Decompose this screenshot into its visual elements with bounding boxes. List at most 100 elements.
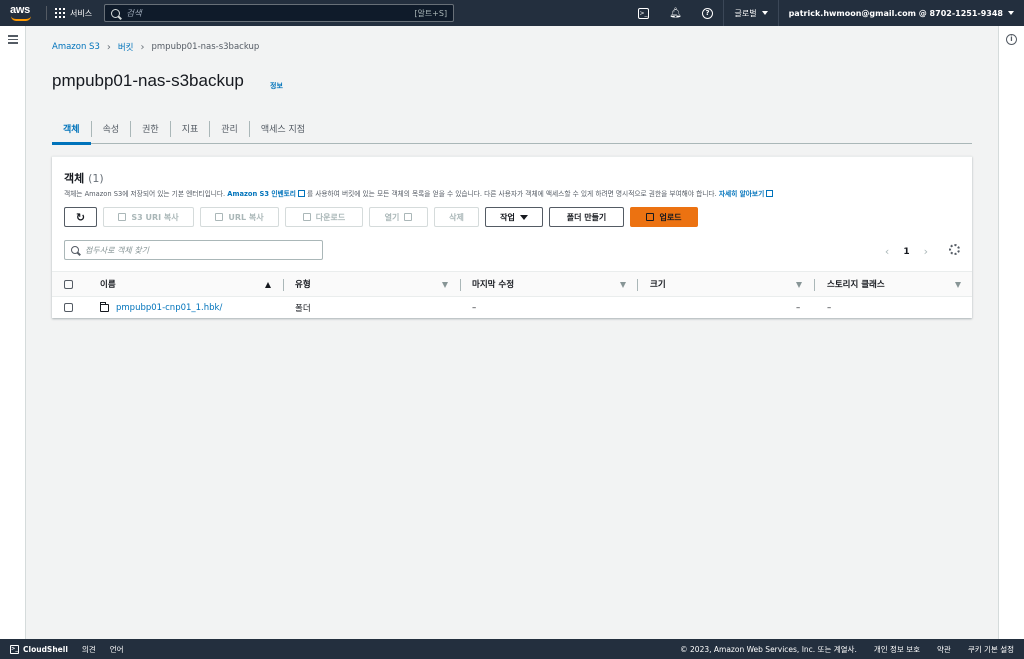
column-header-name[interactable]: 이름	[100, 272, 116, 296]
objects-heading: 객체 (1)	[64, 170, 104, 186]
delete-label: 삭제	[449, 212, 464, 222]
grid-icon	[55, 8, 65, 18]
folder-link[interactable]: pmpubp01-cnp01_1.hbk/	[116, 303, 222, 313]
pagination: ‹ 1 ›	[885, 245, 928, 258]
breadcrumb: Amazon S3 › 버킷 › pmpubp01-nas-s3backup	[52, 41, 260, 54]
nav-divider	[46, 6, 47, 20]
copy-url-label: URL 복사	[228, 212, 264, 222]
privacy-link[interactable]: 개인 정보 보호	[874, 644, 920, 655]
sort-ascending-icon[interactable]	[265, 282, 271, 288]
upload-label: 업로드	[659, 212, 682, 222]
download-button[interactable]: 다운로드	[285, 207, 363, 227]
breadcrumb-buckets[interactable]: 버킷	[118, 41, 134, 53]
actions-dropdown[interactable]: 작업	[485, 207, 543, 227]
column-header-size[interactable]: 크기	[650, 272, 666, 296]
main-content: Amazon S3 › 버킷 › pmpubp01-nas-s3backup p…	[26, 26, 998, 639]
help-icon: ?	[701, 7, 713, 19]
create-folder-button[interactable]: 폴더 만들기	[549, 207, 624, 227]
size-cell: –	[796, 302, 801, 313]
cloudshell-footer-button[interactable]: >_ CloudShell	[10, 644, 68, 654]
objects-toolbar: ↻ S3 URI 복사 URL 복사 다운로드 열기 삭제 작업 폴더 만들기 …	[64, 207, 698, 227]
sort-icon[interactable]	[442, 282, 448, 288]
table-row[interactable]: pmpubp01-cnp01_1.hbk/ 폴더 – – –	[52, 297, 972, 318]
chevron-right-icon: ›	[106, 41, 111, 53]
delete-button[interactable]: 삭제	[434, 207, 479, 227]
tab-objects[interactable]: 객체	[52, 114, 91, 145]
help-button[interactable]: ?	[691, 0, 723, 26]
tab-bar: 객체 속성 권한 지표 관리 액세스 지점	[52, 114, 972, 145]
search-icon	[111, 8, 121, 18]
chevron-right-icon[interactable]: ›	[924, 245, 928, 258]
column-divider	[460, 279, 461, 291]
terms-link[interactable]: 약관	[937, 644, 951, 655]
menu-icon[interactable]	[8, 35, 18, 46]
column-divider	[283, 279, 284, 291]
learn-more-link[interactable]: 자세히 알아보기	[719, 190, 764, 198]
sort-icon[interactable]	[620, 282, 626, 288]
copy-url-button[interactable]: URL 복사	[200, 207, 279, 227]
open-label: 열기	[384, 212, 400, 222]
type-cell: 폴더	[295, 303, 311, 314]
inventory-link[interactable]: Amazon S3 인벤토리	[227, 190, 296, 198]
gear-icon[interactable]	[949, 244, 960, 255]
prefix-search-input[interactable]: 접두사로 객체 찾기	[64, 240, 323, 260]
chevron-down-icon	[1008, 11, 1014, 15]
copy-icon	[215, 213, 224, 221]
language-link[interactable]: 언어	[110, 644, 124, 655]
cloudshell-icon: >_	[637, 7, 649, 19]
aws-logo[interactable]: aws	[8, 3, 38, 23]
sort-icon[interactable]	[955, 282, 961, 288]
cloudshell-icon: >_	[10, 644, 19, 654]
tab-metrics[interactable]: 지표	[171, 114, 210, 144]
table-header: 이름 유형 마지막 수정 크기 스토리지 클래스	[52, 271, 972, 297]
chevron-down-icon	[761, 11, 768, 15]
left-rail	[0, 26, 26, 639]
download-icon	[302, 213, 311, 221]
cloudshell-label: CloudShell	[23, 644, 68, 654]
tab-management[interactable]: 관리	[210, 114, 249, 144]
tab-properties[interactable]: 속성	[92, 114, 131, 144]
region-label: 글로벌	[734, 8, 757, 18]
refresh-icon: ↻	[75, 210, 86, 224]
select-all-checkbox[interactable]	[64, 272, 73, 296]
feedback-link[interactable]: 의견	[82, 644, 96, 655]
global-search-input[interactable]: 검색 [알트+S]	[104, 4, 455, 22]
desc-text-2: 를 사용하여 버킷에 있는 모든 객체의 목록을 얻을 수 있습니다. 다른 사…	[306, 190, 717, 198]
row-checkbox[interactable]	[64, 297, 73, 318]
cookie-preferences-link[interactable]: 쿠키 기본 설정	[968, 644, 1014, 655]
external-link-icon	[404, 213, 413, 221]
create-folder-label: 폴더 만들기	[566, 212, 607, 222]
column-header-type[interactable]: 유형	[295, 272, 311, 296]
refresh-button[interactable]: ↻	[64, 207, 97, 227]
account-menu[interactable]: patrick.hwmoon@gmail.com @ 8702-1251-934…	[777, 0, 1024, 26]
last-modified-cell: –	[472, 302, 477, 313]
services-label: 서비스	[70, 8, 93, 18]
open-button[interactable]: 열기	[369, 207, 428, 227]
cloudshell-button[interactable]: >_	[627, 0, 659, 26]
info-link[interactable]: 정보	[270, 81, 283, 91]
sort-icon[interactable]	[796, 282, 802, 288]
services-menu-button[interactable]: 서비스	[55, 8, 92, 19]
prefix-search-placeholder: 접두사로 객체 찾기	[85, 245, 149, 255]
page-number[interactable]: 1	[903, 247, 909, 257]
notifications-button[interactable]: 🔔︎	[659, 0, 691, 26]
tab-access-points[interactable]: 액세스 지점	[250, 114, 316, 144]
nav-right-group: >_ 🔔︎ ? 글로벌 patrick.hwmoon@gmail.com @ 8…	[627, 0, 1024, 26]
info-icon[interactable]: i	[1006, 34, 1017, 45]
name-cell: pmpubp01-cnp01_1.hbk/	[100, 297, 222, 318]
copy-icon	[118, 213, 127, 221]
copy-s3-uri-button[interactable]: S3 URI 복사	[103, 207, 194, 227]
chevron-left-icon[interactable]: ‹	[885, 245, 889, 258]
tab-permissions[interactable]: 권한	[131, 114, 170, 144]
breadcrumb-current: pmpubp01-nas-s3backup	[151, 42, 260, 52]
search-placeholder: 검색	[126, 9, 142, 19]
search-icon	[71, 246, 79, 254]
checkbox	[64, 303, 73, 312]
column-header-last-modified[interactable]: 마지막 수정	[472, 272, 514, 296]
column-header-storage-class[interactable]: 스토리지 클래스	[827, 272, 885, 296]
region-selector[interactable]: 글로벌	[723, 0, 777, 26]
breadcrumb-amazon-s3[interactable]: Amazon S3	[52, 42, 100, 52]
storage-class-cell: –	[827, 302, 832, 313]
upload-button[interactable]: 업로드	[630, 207, 698, 227]
aws-logo-text: aws	[10, 4, 30, 16]
